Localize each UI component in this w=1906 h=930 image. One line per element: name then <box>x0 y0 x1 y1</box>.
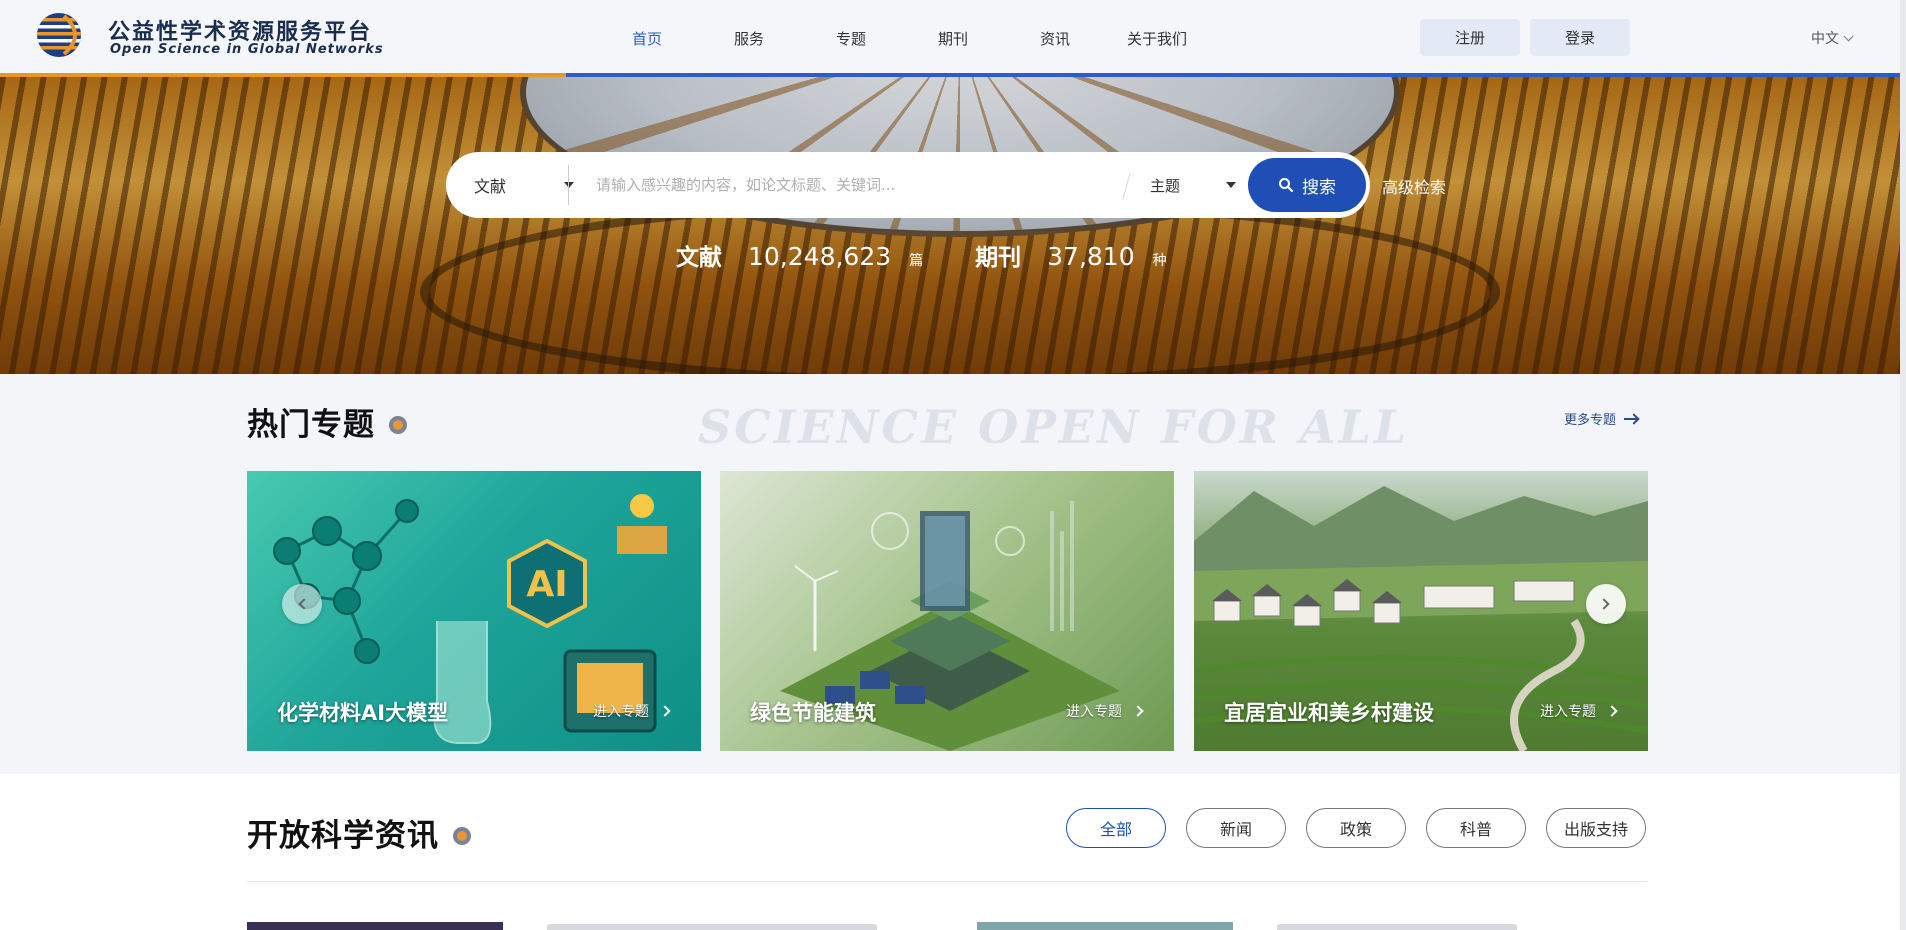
svg-text:AI: AI <box>526 564 567 605</box>
stat-literature-label: 文献 <box>676 245 722 271</box>
search-field-select[interactable]: 主题 <box>1150 152 1236 218</box>
title-badge-icon <box>453 827 471 845</box>
register-button[interactable]: 注册 <box>1420 19 1520 56</box>
news-title: 开放科学资讯 <box>247 818 439 854</box>
site-header: 公益性学术资源服务平台 Open Science in Global Netwo… <box>0 0 1906 77</box>
login-button[interactable]: 登录 <box>1530 19 1630 56</box>
hot-topics-section: SCIENCE OPEN FOR ALL 热门专题 更多专题 AI 化学材料AI… <box>0 374 1900 774</box>
chevron-right-icon <box>1606 705 1618 717</box>
enter-topic-label: 进入专题 <box>1540 704 1596 720</box>
main-nav: 首页 服务 专题 期刊 资讯 关于我们 <box>596 0 1208 76</box>
hot-topics-title: 热门专题 <box>247 407 375 443</box>
enter-topic-link[interactable]: 进入专题 <box>1066 701 1144 721</box>
news-divider <box>247 881 1647 882</box>
carousel-next-button[interactable] <box>1586 584 1626 624</box>
brand-subtitle: Open Science in Global Networks <box>110 42 384 57</box>
tab-policy[interactable]: 政策 <box>1306 808 1406 848</box>
enter-topic-link[interactable]: 进入专题 <box>1540 701 1618 721</box>
stats-bar: 文献 10,248,623 篇 期刊 37,810 种 <box>676 238 1167 274</box>
chevron-right-icon <box>1598 598 1610 610</box>
nav-topics[interactable]: 专题 <box>800 28 902 49</box>
search-field-value: 主题 <box>1150 176 1181 195</box>
caret-down-icon <box>564 182 574 188</box>
topic-card[interactable]: 绿色节能建筑 进入专题 <box>720 471 1174 751</box>
caret-down-icon <box>1226 182 1236 188</box>
search-input[interactable] <box>596 164 1096 206</box>
nav-about[interactable]: 关于我们 <box>1106 28 1208 49</box>
chevron-left-icon <box>298 598 310 610</box>
enter-topic-label: 进入专题 <box>593 704 649 720</box>
chevron-down-icon <box>1843 31 1854 41</box>
platform-logo-icon[interactable] <box>34 10 90 60</box>
page-scrollbar[interactable] <box>1900 0 1906 930</box>
enter-topic-link[interactable]: 进入专题 <box>593 701 671 721</box>
nav-services[interactable]: 服务 <box>698 28 800 49</box>
search-button[interactable]: 搜索 <box>1248 158 1366 212</box>
tab-publishing-support[interactable]: 出版支持 <box>1546 808 1646 848</box>
topic-card-title: 宜居宜业和美乡村建设 <box>1224 701 1434 725</box>
news-filter-tabs: 全部 新闻 政策 科普 出版支持 <box>1066 808 1646 848</box>
section-watermark: SCIENCE OPEN FOR ALL <box>698 400 1410 454</box>
topic-card-title: 绿色节能建筑 <box>750 701 876 725</box>
search-button-label: 搜索 <box>1302 177 1336 198</box>
title-badge-icon <box>389 416 407 434</box>
search-icon <box>1279 178 1293 192</box>
tab-popular-science[interactable]: 科普 <box>1426 808 1526 848</box>
topic-card[interactable]: 宜居宜业和美乡村建设 进入专题 <box>1194 471 1648 751</box>
more-topics-link[interactable]: 更多专题 <box>1564 409 1639 428</box>
stat-literature-value: 10,248,623 <box>748 242 892 271</box>
search-bar: 文献 主题 搜索 <box>446 152 1370 218</box>
hero-banner <box>0 77 1900 374</box>
advanced-search-link[interactable]: 高级检索 <box>1382 174 1446 198</box>
carousel-prev-button[interactable] <box>282 584 322 624</box>
search-divider-slash <box>1122 172 1131 200</box>
hero-overlay <box>0 77 1900 374</box>
nav-journals[interactable]: 期刊 <box>902 28 1004 49</box>
stat-journals-value: 37,810 <box>1047 242 1135 271</box>
language-selector[interactable]: 中文 <box>1811 28 1854 48</box>
search-scope-value: 文献 <box>474 177 507 196</box>
stat-literature-unit: 篇 <box>909 253 924 269</box>
news-headline-placeholder[interactable] <box>547 924 877 930</box>
search-divider <box>568 165 569 205</box>
stat-journals-unit: 种 <box>1152 253 1167 269</box>
tab-news[interactable]: 新闻 <box>1186 808 1286 848</box>
stat-journals-label: 期刊 <box>975 245 1022 271</box>
enter-topic-label: 进入专题 <box>1066 704 1122 720</box>
search-scope-select[interactable]: 文献 <box>474 152 574 218</box>
arrow-right-icon <box>1624 417 1639 420</box>
more-topics-label: 更多专题 <box>1564 413 1617 428</box>
topic-card-title: 化学材料AI大模型 <box>277 701 449 725</box>
news-thumbnail[interactable] <box>247 922 503 930</box>
language-label: 中文 <box>1811 31 1839 47</box>
news-headline-placeholder[interactable] <box>1277 924 1517 930</box>
chevron-right-icon <box>659 705 671 717</box>
nav-news[interactable]: 资讯 <box>1004 28 1106 49</box>
chevron-right-icon <box>1132 705 1144 717</box>
news-section: 开放科学资讯 全部 新闻 政策 科普 出版支持 <box>0 774 1900 930</box>
nav-home[interactable]: 首页 <box>596 28 698 49</box>
news-thumbnail[interactable] <box>977 922 1233 930</box>
tab-all[interactable]: 全部 <box>1066 808 1166 848</box>
